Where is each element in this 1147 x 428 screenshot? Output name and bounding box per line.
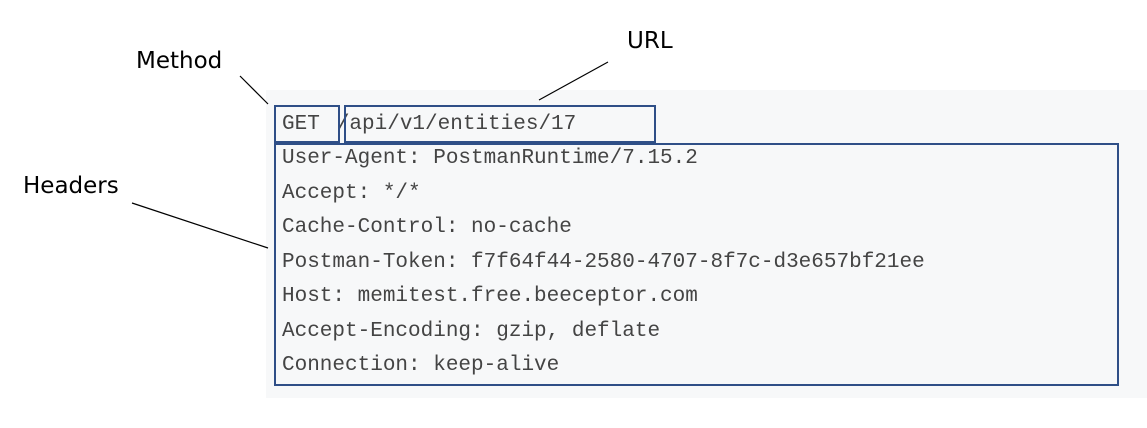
method-highlight-box bbox=[274, 105, 340, 143]
headers-highlight-box bbox=[274, 143, 1119, 386]
url-leader-line bbox=[538, 61, 609, 101]
url-highlight-box bbox=[344, 105, 656, 143]
headers-leader-line bbox=[131, 202, 269, 249]
method-leader-line bbox=[239, 75, 269, 105]
